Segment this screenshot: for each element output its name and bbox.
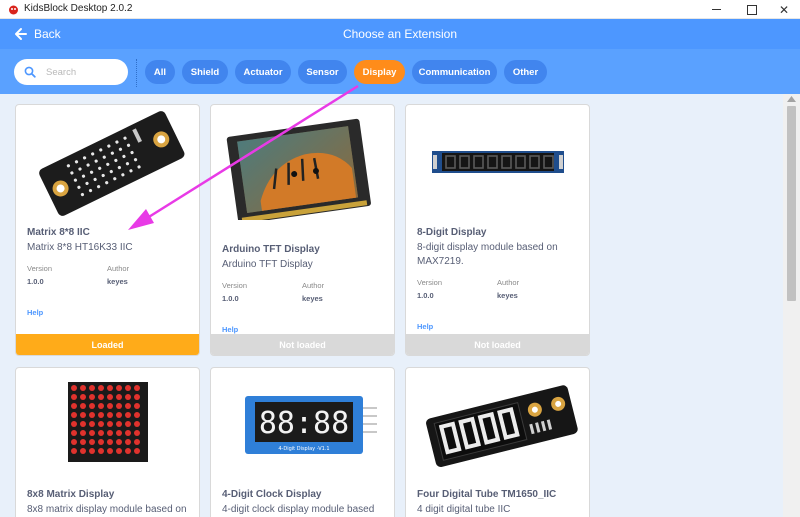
- 4-digit-clock-display-image: 88:88 4-Digit Display -V1.1: [245, 396, 377, 454]
- display-board-label: 4-Digit Display -V1.1: [278, 446, 329, 452]
- help-link[interactable]: Help: [417, 322, 433, 331]
- version-label: Version: [417, 278, 443, 287]
- status-not-loaded: Not loaded: [406, 334, 589, 355]
- scrollbar-thumb[interactable]: [787, 106, 796, 301]
- tag-actuator[interactable]: Actuator: [235, 60, 291, 84]
- author-label: Author: [107, 264, 130, 273]
- extension-card-4-digit-clock-display[interactable]: 88:88 4-Digit Display -V1.1 4-Digit Cloc…: [210, 367, 395, 517]
- author-value: keyes: [497, 291, 518, 300]
- matrix-8x8-iic-image: [39, 111, 185, 216]
- search-icon: [24, 66, 36, 78]
- 8-digit-display-image: [432, 151, 564, 173]
- card-title: 8-Digit Display: [417, 227, 487, 238]
- card-title: Matrix 8*8 IIC: [27, 227, 90, 238]
- card-title: Four Digital Tube TM1650_IIC: [417, 489, 557, 500]
- version-value: 1.0.0: [222, 294, 239, 303]
- help-link[interactable]: Help: [27, 308, 43, 317]
- extension-card-arduino-tft-display[interactable]: Arduino TFT Display Arduino TFT Display …: [210, 104, 395, 356]
- extension-card-matrix-8x8-iic[interactable]: Matrix 8*8 IIC Matrix 8*8 HT16K33 IIC Ve…: [15, 104, 200, 356]
- search-input[interactable]: [46, 64, 122, 80]
- tft-display-image: [226, 118, 371, 220]
- search-box[interactable]: [14, 59, 128, 85]
- minimize-button[interactable]: [700, 0, 732, 19]
- display-digits: 88:88: [259, 406, 349, 441]
- page-title: Choose an Extension: [342, 27, 458, 41]
- tag-shield[interactable]: Shield: [182, 60, 228, 84]
- card-description: 4-digit clock display module based on: [222, 504, 375, 515]
- extension-card-8-digit-display[interactable]: 8-Digit Display 8-digit display module b…: [405, 104, 590, 356]
- card-description: Arduino TFT Display: [222, 259, 313, 270]
- author-label: Author: [302, 281, 325, 290]
- card-title: 8x8 Matrix Display: [27, 489, 115, 500]
- close-window-button[interactable]: ✕: [768, 0, 800, 19]
- filter-divider: [136, 59, 137, 87]
- card-description: 8-digit display module based on MAX7219.: [417, 242, 558, 267]
- author-value: keyes: [107, 277, 128, 286]
- tag-sensor[interactable]: Sensor: [298, 60, 347, 84]
- card-title: 4-Digit Clock Display: [222, 489, 322, 500]
- tag-other[interactable]: Other: [504, 60, 547, 84]
- extension-card-8x8-matrix-display[interactable]: 8x8 Matrix Display 8x8 matrix display mo…: [15, 367, 200, 517]
- window-titlebar: KidsBlock Desktop 2.0.2 ✕: [0, 0, 800, 19]
- status-loaded: Loaded: [16, 334, 199, 355]
- help-link[interactable]: Help: [222, 325, 238, 334]
- tag-display[interactable]: Display: [354, 60, 405, 84]
- kidsblock-logo-icon: [9, 5, 18, 15]
- tag-communication[interactable]: Communication: [412, 60, 497, 84]
- window-title: KidsBlock Desktop 2.0.2: [24, 3, 133, 14]
- scroll-up-icon[interactable]: [787, 96, 796, 102]
- scrollbar[interactable]: [783, 94, 800, 517]
- maximize-button[interactable]: [736, 0, 768, 19]
- extension-card-four-digital-tube[interactable]: Four Digital Tube TM1650_IIC 4 digit dig…: [405, 367, 590, 517]
- extension-library: Matrix 8*8 IIC Matrix 8*8 HT16K33 IIC Ve…: [0, 94, 800, 517]
- version-label: Version: [27, 264, 53, 273]
- status-not-loaded: Not loaded: [211, 334, 394, 355]
- author-label: Author: [497, 278, 520, 287]
- header-bar: Back Choose an Extension: [0, 19, 800, 49]
- four-digit-tube-image: [426, 385, 578, 468]
- 8x8-led-matrix-image: [68, 382, 148, 462]
- filter-bar: All Shield Actuator Sensor Display Commu…: [0, 49, 800, 94]
- card-title: Arduino TFT Display: [222, 244, 320, 255]
- version-value: 1.0.0: [27, 277, 44, 286]
- author-value: keyes: [302, 294, 323, 303]
- card-description: 4 digit digital tube IIC communication: [417, 504, 511, 515]
- tag-all[interactable]: All: [145, 60, 175, 84]
- card-description: 8x8 matrix display module based on: [27, 504, 187, 515]
- card-description: Matrix 8*8 HT16K33 IIC: [27, 242, 133, 253]
- version-value: 1.0.0: [417, 291, 434, 300]
- version-label: Version: [222, 281, 248, 290]
